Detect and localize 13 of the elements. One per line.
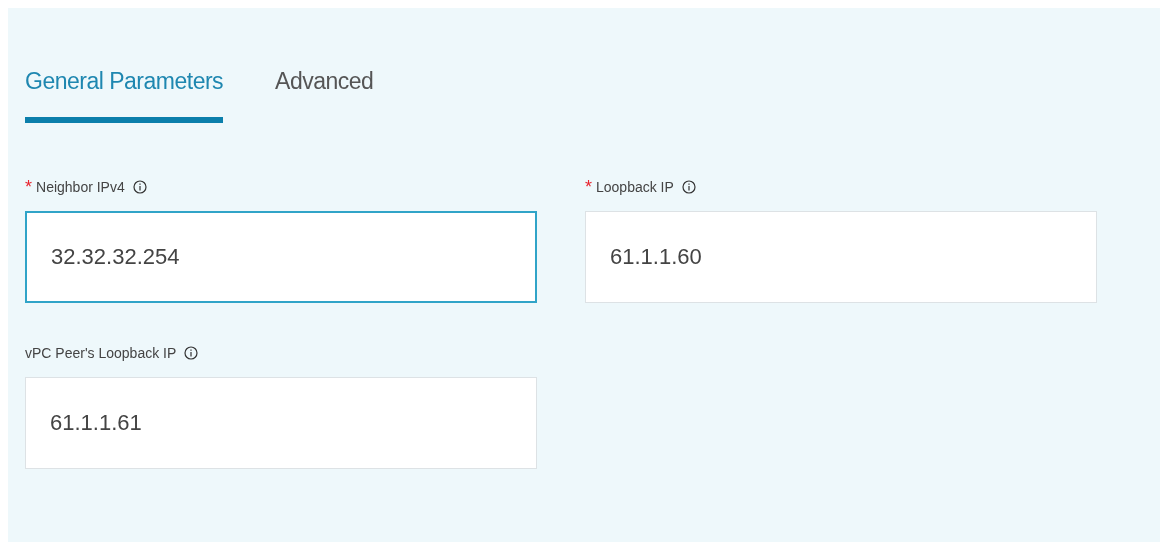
info-icon[interactable]: [184, 346, 199, 360]
required-mark: *: [25, 176, 32, 198]
field-label: Neighbor IPv4: [36, 179, 125, 195]
info-icon[interactable]: [132, 180, 147, 194]
required-mark: *: [585, 176, 592, 198]
tab[interactable]: Advanced: [275, 68, 374, 123]
input-field[interactable]: 32.32.32.254: [25, 211, 537, 303]
info-icon[interactable]: [681, 180, 696, 194]
tab[interactable]: General Parameters: [25, 68, 224, 123]
field-label: Loopback IP: [596, 179, 674, 195]
input-field[interactable]: 61.1.1.61: [25, 377, 537, 469]
input-field[interactable]: 61.1.1.60: [585, 211, 1097, 303]
field-label: vPC Peer's Loopback IP: [25, 345, 177, 361]
